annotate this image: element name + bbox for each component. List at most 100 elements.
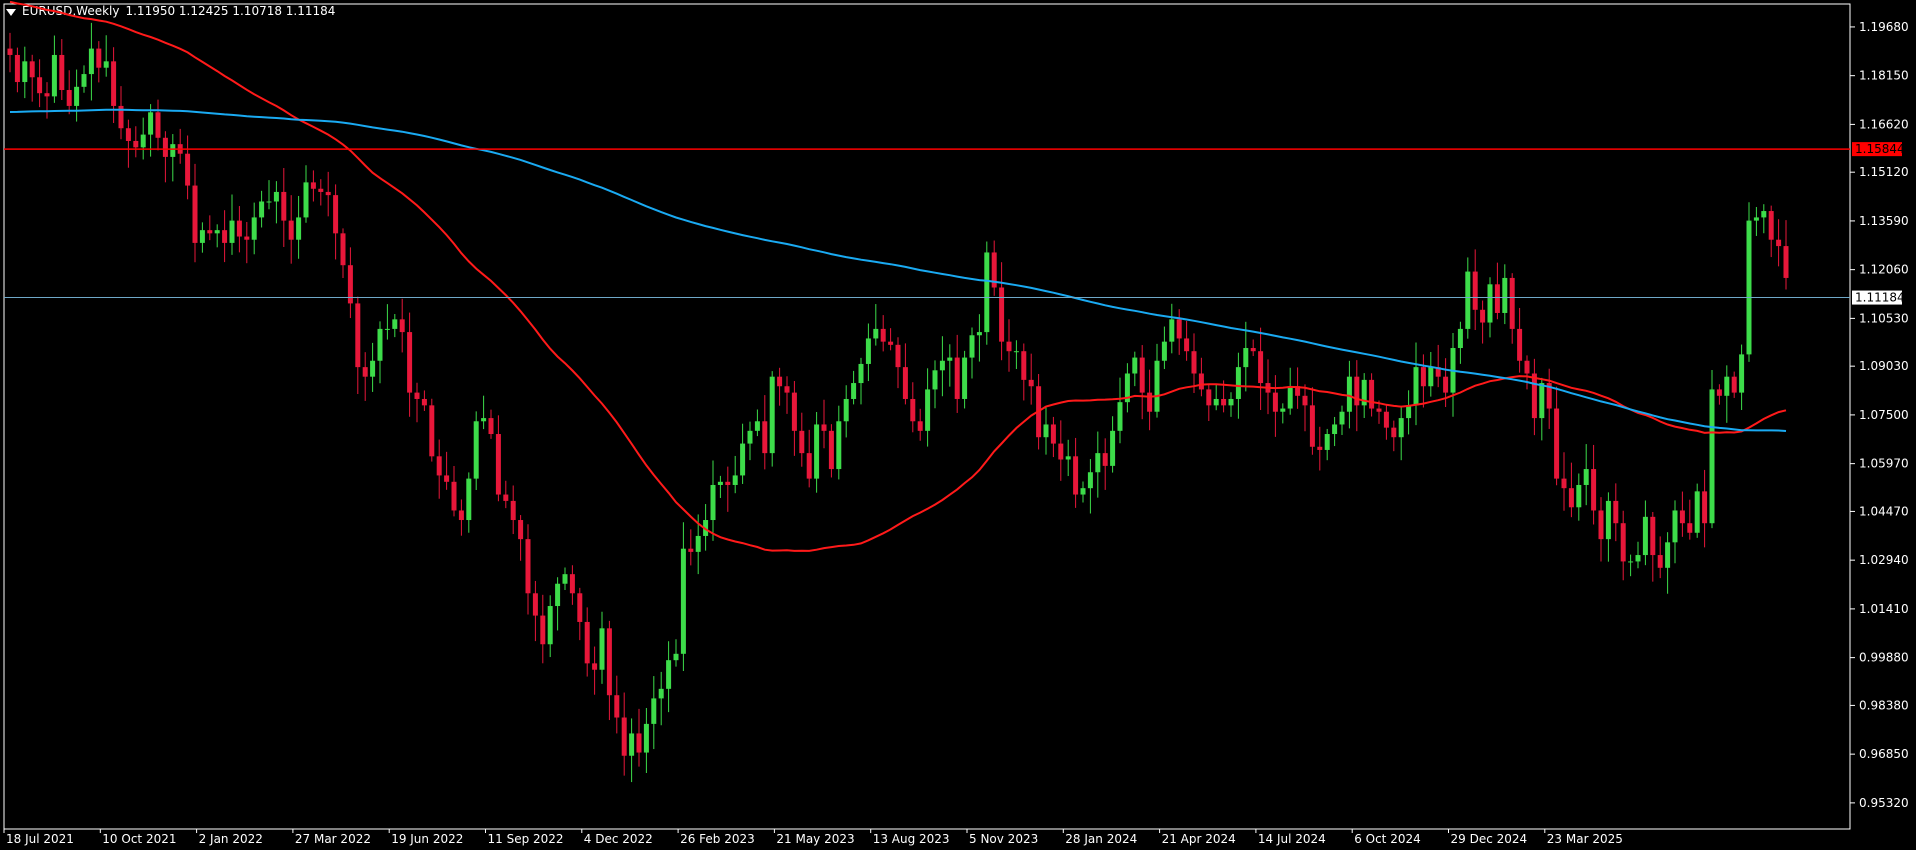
x-tick-label: 27 Mar 2022 — [295, 832, 371, 846]
bull-candle — [747, 430, 753, 444]
bull-candle — [296, 217, 302, 240]
bear-candle — [777, 376, 783, 387]
bull-candle — [251, 217, 257, 240]
bear-candle — [880, 328, 886, 342]
bull-candle — [865, 338, 871, 364]
bull-candle — [710, 484, 716, 521]
bull-candle — [1761, 211, 1767, 218]
x-tick-label: 14 Jul 2024 — [1258, 832, 1326, 846]
bull-candle — [1605, 500, 1611, 540]
bear-candle — [333, 195, 339, 234]
bear-candle — [1198, 373, 1204, 390]
bull-candle — [1709, 389, 1715, 524]
y-tick-label: 1.12060 — [1859, 263, 1909, 277]
bear-candle — [185, 153, 191, 186]
bull-candle — [969, 335, 975, 358]
bull-candle — [229, 220, 235, 243]
bear-candle — [222, 230, 228, 243]
bear-candle — [895, 344, 901, 368]
bear-candle — [1613, 500, 1619, 524]
bear-candle — [584, 621, 590, 664]
bull-candle — [1065, 456, 1071, 460]
bear-candle — [1657, 555, 1663, 568]
bear-candle — [1028, 379, 1034, 387]
bear-candle — [1702, 491, 1708, 524]
bear-candle — [1102, 453, 1108, 466]
y-tick-label: 1.10530 — [1859, 311, 1909, 325]
bear-candle — [510, 500, 516, 521]
bear-candle — [288, 220, 294, 240]
bull-candle — [1161, 341, 1167, 361]
bull-candle — [858, 363, 864, 384]
bear-candle — [1383, 411, 1389, 428]
bull-candle — [1753, 217, 1759, 221]
bear-candle — [1147, 392, 1153, 412]
bull-candle — [873, 328, 879, 339]
bull-candle — [562, 574, 568, 584]
bear-candle — [355, 303, 361, 368]
bear-candle — [1687, 523, 1693, 533]
bear-candle — [192, 185, 198, 243]
bull-candle — [1213, 398, 1219, 406]
bear-candle — [340, 233, 346, 266]
bear-candle — [244, 236, 250, 240]
bear-candle — [495, 434, 501, 495]
bear-candle — [444, 475, 450, 482]
y-tick-label: 1.01410 — [1859, 602, 1909, 616]
bear-candle — [207, 230, 213, 234]
bear-candle — [1391, 427, 1397, 438]
bear-candle — [407, 332, 413, 393]
bull-candle — [651, 698, 657, 724]
price-chart[interactable]: 1.19680 1.18150 1.16620 1.15120 1.13590 1.120… — [0, 0, 1916, 850]
x-tick-label: 4 Dec 2022 — [584, 832, 653, 846]
y-tick-label: 0.96850 — [1859, 747, 1909, 761]
bear-candle — [1021, 351, 1027, 380]
bear-candle — [37, 77, 43, 94]
y-tick-label: 1.04470 — [1859, 504, 1909, 518]
bull-candle — [1576, 484, 1582, 508]
bull-candle — [680, 548, 686, 654]
x-tick-label: 21 Apr 2024 — [1162, 832, 1236, 846]
bear-candle — [1472, 271, 1478, 310]
bear-candle — [281, 191, 287, 221]
bear-candle — [1376, 408, 1382, 412]
x-tick-label: 18 Jul 2021 — [6, 832, 74, 846]
bear-candle — [436, 456, 442, 476]
x-tick-label: 2 Jan 2022 — [199, 832, 263, 846]
y-tick-label: 1.19680 — [1859, 20, 1909, 34]
bear-candle — [1480, 309, 1486, 323]
bear-candle — [1768, 211, 1774, 240]
bear-candle — [1517, 328, 1523, 361]
bull-candle — [51, 54, 57, 97]
bear-candle — [791, 392, 797, 431]
bear-candle — [1369, 379, 1375, 409]
bear-candle — [606, 628, 612, 696]
bull-candle — [1043, 424, 1049, 438]
bear-candle — [1561, 478, 1567, 489]
bull-candle — [1110, 430, 1116, 466]
bear-candle — [362, 367, 368, 377]
bear-candle — [954, 357, 960, 399]
bull-candle — [1635, 555, 1641, 562]
bull-candle — [214, 230, 220, 234]
bull-candle — [199, 230, 205, 243]
x-tick-label: 6 Oct 2024 — [1354, 832, 1421, 846]
bull-candle — [962, 357, 968, 399]
x-tick-label: 21 May 2023 — [776, 832, 854, 846]
bear-candle — [1509, 277, 1515, 329]
bull-candle — [1095, 453, 1101, 473]
bear-candle — [66, 90, 72, 106]
bear-candle — [7, 48, 13, 55]
bull-candle — [74, 86, 80, 106]
bear-candle — [1598, 510, 1604, 540]
y-tick-label: 1.02940 — [1859, 553, 1909, 567]
bear-candle — [636, 733, 642, 753]
bear-candle — [1679, 510, 1685, 524]
bear-candle — [1591, 469, 1597, 511]
bear-candle — [414, 392, 420, 399]
bull-candle — [140, 134, 146, 148]
bear-candle — [1272, 392, 1278, 412]
bear-candle — [1524, 360, 1530, 374]
bull-candle — [851, 383, 857, 399]
bull-candle — [939, 360, 945, 371]
